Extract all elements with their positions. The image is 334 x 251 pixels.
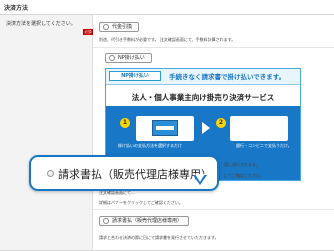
step2-panel <box>230 116 288 141</box>
computer-screen-icon <box>152 120 178 136</box>
step1-number: 1 <box>120 118 130 128</box>
step2-caption: 銀行・コンビニで支払うだけ。 <box>236 143 292 148</box>
np-logo: NP掛け払い <box>109 71 161 81</box>
np-headline: 法人・個人事業主向け掛売り決済サービス <box>131 93 275 102</box>
np-radio[interactable] <box>109 54 115 61</box>
section-title: 決済方法 <box>4 5 29 12</box>
cod-option-button[interactable]: 代金引換 <box>99 22 140 32</box>
cod-radio[interactable] <box>103 23 109 30</box>
np-note-right-1: 案に発行されます。 <box>224 162 260 167</box>
callout-radio[interactable] <box>47 170 54 177</box>
invoice-option-label: 請求書払（販売代理店様専用） <box>112 218 183 224</box>
invoice-radio[interactable] <box>103 217 109 224</box>
np-option-button[interactable]: NP掛け払い <box>105 53 152 63</box>
step1-panel <box>136 116 194 141</box>
option-divider <box>93 47 334 48</box>
invoice-note: 請求と合わせ決済の際に日にて請求書を発行させていただきます。 <box>99 235 219 240</box>
step-arrow-icon <box>202 122 210 134</box>
np-tagline: 手続きなく請求書で掛け払いできます。 <box>169 73 286 81</box>
invoice-option-button[interactable]: 請求書払（販売代理店様専用） <box>99 216 190 226</box>
np-note-right-2: にてご確認ください。 <box>224 173 264 178</box>
cod-fee-note: 別途、代引き手数料が必要です。 注文確認画面にて、手数料計算されます。 <box>99 37 236 42</box>
np-option-label: NP掛け払い <box>118 55 145 61</box>
np-note-left-2: 詳細はバナーをクリックしてご確認ください。 <box>99 200 183 205</box>
step1-caption: 掛け払いの支払方法を選択するだけ <box>118 143 182 148</box>
payment-instruction: 決済方法を選択してください。 <box>6 21 76 27</box>
required-badge: 必須 <box>83 29 93 35</box>
np-banner-header: NP掛け払い 手続きなく請求書で掛け払いできます。 <box>106 69 300 85</box>
invoice-callout[interactable]: 請求書払（販売代理店様専用） <box>29 155 219 191</box>
callout-label: 請求書払（販売代理店様専用） <box>58 168 212 181</box>
cod-option-label: 代金引換 <box>112 24 133 30</box>
step2-number: 2 <box>216 118 226 128</box>
option-divider-2 <box>93 209 334 210</box>
form-label-column <box>0 15 93 251</box>
